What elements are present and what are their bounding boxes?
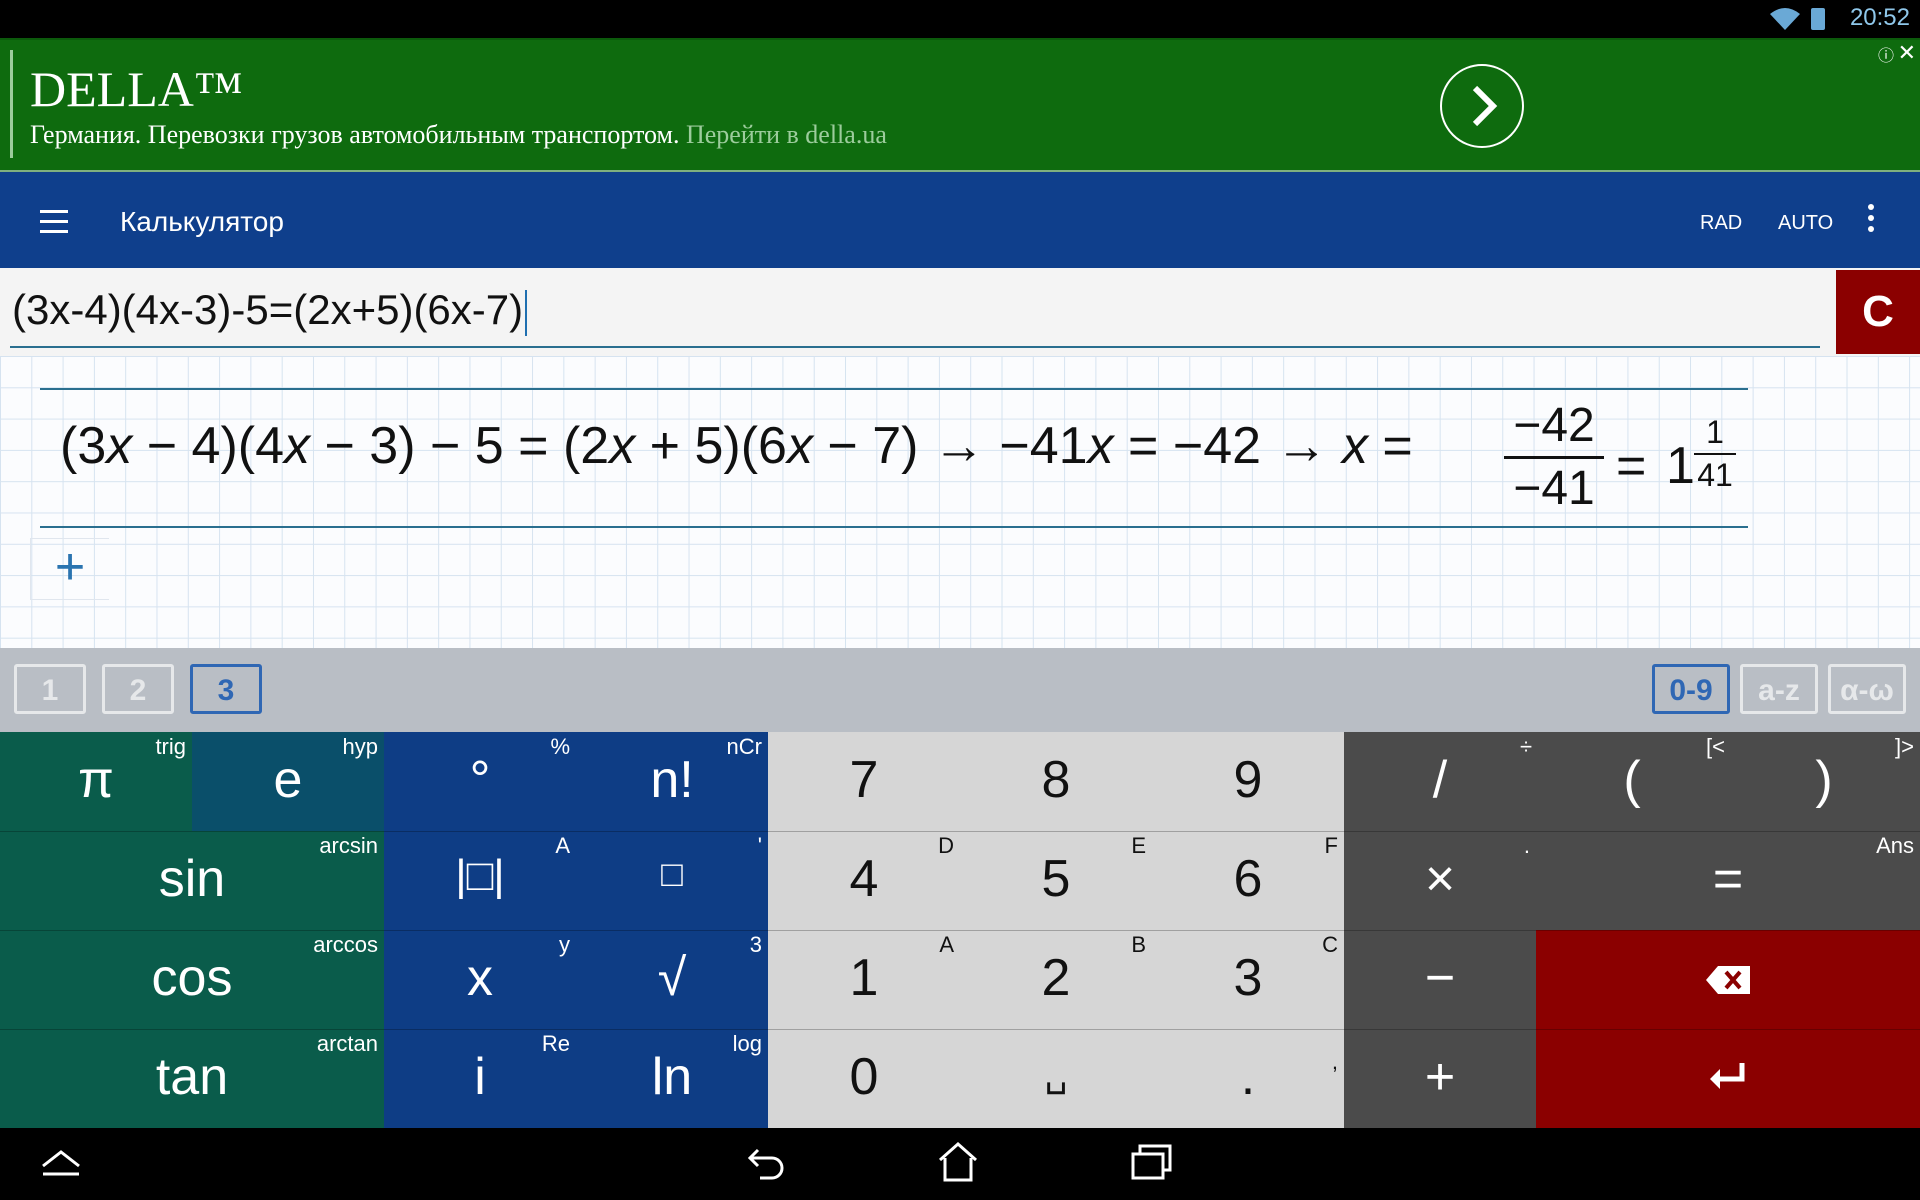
fraction-denominator: −41 xyxy=(1513,462,1595,515)
equals-sign: = xyxy=(1616,437,1647,495)
keyboard-tabs: 1 2 3 0-9 a-z α-ω xyxy=(0,648,1920,732)
expression-text: (3x-4)(4x-3)-5=(2x+5)(6x-7) xyxy=(12,286,524,333)
key-7[interactable]: 7 xyxy=(768,732,960,831)
key-9[interactable]: 9 xyxy=(1152,732,1344,831)
text-cursor xyxy=(525,289,528,336)
key-cos[interactable]: cos arccos xyxy=(0,930,384,1029)
key-sin[interactable]: sin arcsin xyxy=(0,831,384,930)
ad-close-icon[interactable]: ✕ xyxy=(1898,40,1916,66)
key-e[interactable]: e hyp xyxy=(192,732,384,831)
key-multiply[interactable]: ×. xyxy=(1344,831,1536,930)
key-left-paren[interactable]: ([< xyxy=(1536,732,1728,831)
result-fraction: −42 −41 xyxy=(1504,400,1604,515)
key-factorial[interactable]: n! nCr xyxy=(576,732,768,831)
work-area: (3x − 4)(4x − 3) − 5 = (2x + 5)(6x − 7) … xyxy=(0,356,1920,648)
row-divider xyxy=(0,831,1920,832)
fraction-bar xyxy=(1504,456,1604,459)
mixed-fraction-bar xyxy=(1694,453,1736,455)
ad-text: Германия. Перевозки грузов автомобильным… xyxy=(30,120,887,150)
key-plus[interactable]: + xyxy=(1344,1029,1536,1128)
key-abs[interactable]: |□| A xyxy=(384,831,576,930)
add-expression-button[interactable]: + xyxy=(30,538,109,600)
app-title: Калькулятор xyxy=(120,206,284,237)
ad-link[interactable]: Перейти в della.ua xyxy=(686,120,887,149)
key-equals[interactable]: = Ans xyxy=(1536,831,1920,930)
ad-open-button[interactable] xyxy=(1440,64,1524,148)
key-0[interactable]: 0 xyxy=(768,1029,960,1128)
key-8[interactable]: 8 xyxy=(960,732,1152,831)
format-mode-button[interactable]: AUTO xyxy=(1778,212,1833,235)
key-5[interactable]: 5E xyxy=(960,831,1152,930)
key-x[interactable]: xy xyxy=(384,930,576,1029)
navigation-bar xyxy=(0,1128,1920,1200)
battery-icon xyxy=(1811,8,1825,30)
angle-mode-button[interactable]: RAD xyxy=(1700,212,1742,235)
key-dot[interactable]: ., xyxy=(1152,1029,1344,1128)
key-space[interactable]: ␣ xyxy=(960,1029,1152,1128)
menu-icon[interactable] xyxy=(40,210,68,240)
ad-description: Германия. Перевозки грузов автомобильным… xyxy=(30,120,680,149)
ad-info-icon[interactable]: ⓘ xyxy=(1878,42,1894,66)
key-enter[interactable] xyxy=(1536,1029,1920,1128)
chevron-right-icon xyxy=(1472,85,1498,127)
expression-input-row: (3x-4)(4x-3)-5=(2x+5)(6x-7) C xyxy=(0,268,1920,356)
mixed-whole: 1 xyxy=(1666,437,1695,495)
key-6[interactable]: 6F xyxy=(1152,831,1344,930)
backspace-icon xyxy=(1706,966,1750,994)
mode-tab-latin[interactable]: a-z xyxy=(1740,664,1818,714)
mode-tab-digits[interactable]: 0-9 xyxy=(1652,664,1730,714)
key-divide[interactable]: / ÷ xyxy=(1344,732,1536,831)
key-pi[interactable]: π trig xyxy=(0,732,192,831)
row-divider xyxy=(0,930,1920,931)
key-2[interactable]: 2B xyxy=(960,930,1152,1029)
page-tab-3[interactable]: 3 xyxy=(190,664,262,714)
key-1[interactable]: 1A xyxy=(768,930,960,1029)
mixed-denominator: 41 xyxy=(1697,457,1733,493)
home-icon[interactable] xyxy=(936,1140,980,1184)
mixed-fraction: 1 41 xyxy=(1694,414,1736,494)
key-i[interactable]: i Re xyxy=(384,1029,576,1128)
wifi-icon xyxy=(1770,8,1800,30)
more-icon[interactable] xyxy=(1868,204,1874,237)
key-4[interactable]: 4D xyxy=(768,831,960,930)
key-3[interactable]: 3C xyxy=(1152,930,1344,1029)
key-backspace[interactable] xyxy=(1536,930,1920,1029)
ad-banner[interactable]: DELLA™ Германия. Перевозки грузов автомо… xyxy=(0,38,1920,172)
input-underline xyxy=(10,346,1820,348)
fraction-numerator: −42 xyxy=(1513,399,1595,452)
row-divider xyxy=(0,1029,1920,1030)
keyboard: π trig e hyp °% n! nCr 7 8 9 /÷ ([< )]> sin… xyxy=(0,732,1920,1128)
expression-input[interactable]: (3x-4)(4x-3)-5=(2x+5)(6x-7) xyxy=(12,286,528,336)
key-degree[interactable]: °% xyxy=(384,732,576,831)
page-tab-1[interactable]: 1 xyxy=(14,664,86,714)
status-bar: 20:52 xyxy=(0,0,1920,38)
key-minus[interactable]: − xyxy=(1344,930,1536,1029)
back-icon[interactable] xyxy=(746,1142,788,1184)
mixed-numerator: 1 xyxy=(1706,414,1724,450)
key-power[interactable]: □ ' xyxy=(576,831,768,930)
result-expression: (3x − 4)(4x − 3) − 5 = (2x + 5)(6x − 7) … xyxy=(60,417,1413,475)
mode-tab-greek[interactable]: α-ω xyxy=(1828,664,1906,714)
recents-icon[interactable] xyxy=(1130,1142,1174,1182)
key-ln[interactable]: ln log xyxy=(576,1029,768,1128)
enter-icon xyxy=(1710,1063,1745,1089)
clock: 20:52 xyxy=(1849,4,1910,31)
ad-accent-bar xyxy=(10,50,13,158)
clear-button[interactable]: C xyxy=(1836,270,1920,354)
key-right-paren[interactable]: )]> xyxy=(1728,732,1920,831)
app-bar: Калькулятор RAD AUTO xyxy=(0,172,1920,268)
ad-title: DELLA™ xyxy=(30,61,243,117)
page-tab-2[interactable]: 2 xyxy=(102,664,174,714)
key-sqrt[interactable]: √ 3 xyxy=(576,930,768,1029)
hide-keyboard-icon[interactable] xyxy=(40,1148,82,1178)
key-tan[interactable]: tan arctan xyxy=(0,1029,384,1128)
